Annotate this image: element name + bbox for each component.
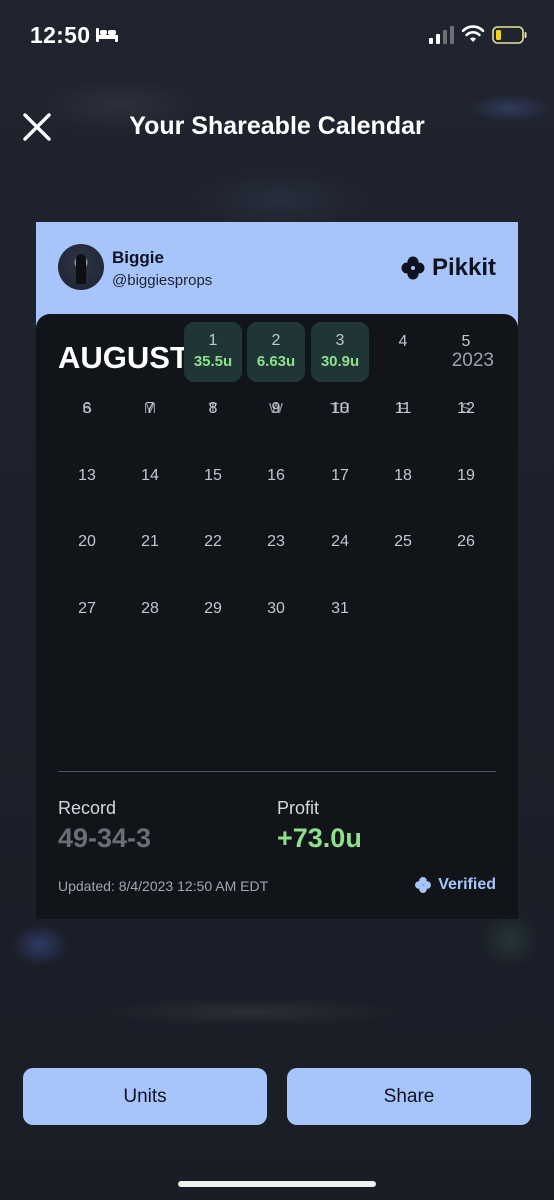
day-units: 30.9u	[320, 353, 360, 370]
share-button[interactable]: Share	[287, 1068, 531, 1125]
day-number: 3	[335, 332, 345, 349]
divider	[58, 771, 496, 772]
calendar-day[interactable]: 21	[121, 522, 179, 582]
day-number: 24	[331, 533, 349, 550]
calendar-day[interactable]: 10	[311, 389, 369, 449]
calendar-day[interactable]: 25	[374, 522, 432, 582]
record-label: Record	[58, 798, 117, 818]
calendar-day[interactable]: 2 6.63u	[247, 322, 305, 382]
calendar-day[interactable]: 19	[437, 456, 495, 516]
calendar-day[interactable]: 29	[184, 589, 242, 649]
calendar-day[interactable]: 18	[374, 456, 432, 516]
day-number: 22	[204, 533, 222, 550]
day-number: 1	[208, 332, 218, 349]
day-number: 13	[78, 467, 96, 484]
day-number: 18	[394, 467, 412, 484]
shareable-calendar-card: Biggie @biggiesprops Pikkit AUGUST 20 2 3 …	[36, 222, 518, 919]
calendar-month: AUGUST	[58, 340, 189, 375]
day-number: 16	[267, 467, 285, 484]
avatar	[58, 244, 104, 290]
cellular-signal-icon	[429, 26, 454, 44]
calendar-day[interactable]: 3 30.9u	[311, 322, 369, 382]
calendar-day[interactable]: 12	[437, 389, 495, 449]
brand-logo: Pikkit	[400, 254, 496, 282]
page-title: Your Shareable Calendar	[129, 112, 425, 140]
calendar-day[interactable]: 11	[374, 389, 432, 449]
calendar-day[interactable]: 23	[247, 522, 305, 582]
calendar-day[interactable]: 14	[121, 456, 179, 516]
calendar-day[interactable]: 15	[184, 456, 242, 516]
calendar-day[interactable]: 28	[121, 589, 179, 649]
calendar-day[interactable]: 20	[58, 522, 116, 582]
verified-label: Verified	[438, 876, 496, 893]
brand-name: Pikkit	[431, 254, 496, 281]
day-number: 14	[141, 467, 159, 484]
day-number: 27	[78, 600, 96, 617]
day-number: 2	[271, 332, 281, 349]
day-number: 15	[204, 467, 222, 484]
day-number: 7	[145, 400, 155, 417]
day-number: 11	[394, 400, 412, 417]
verified-badge: Verified	[414, 876, 496, 894]
day-number: 9	[271, 400, 281, 417]
day-number: 19	[457, 467, 475, 484]
status-bar: 12:50	[0, 0, 554, 70]
wifi-icon	[461, 25, 485, 42]
day-number: 8	[208, 400, 218, 417]
calendar-day[interactable]: 30	[247, 589, 305, 649]
day-number: 12	[457, 400, 475, 417]
day-number: 10	[331, 400, 349, 417]
calendar-day[interactable]: 13	[58, 456, 116, 516]
day-number: 21	[141, 533, 159, 550]
calendar-day[interactable]: 7	[121, 389, 179, 449]
day-number: 20	[78, 533, 96, 550]
day-number: 28	[141, 600, 159, 617]
calendar-day[interactable]: 4	[374, 322, 432, 382]
day-number: 23	[267, 533, 285, 550]
profit-label: Profit	[277, 798, 320, 818]
calendar-day[interactable]: 6	[58, 389, 116, 449]
calendar-day[interactable]: 8	[184, 389, 242, 449]
profit-value: +73.0u	[277, 823, 362, 853]
calendar-day[interactable]: 1 35.5u	[184, 322, 242, 382]
home-indicator[interactable]	[178, 1181, 376, 1187]
clover-icon	[401, 256, 425, 280]
day-number: 17	[331, 467, 349, 484]
calendar-day[interactable]: 22	[184, 522, 242, 582]
day-number: 29	[204, 600, 222, 617]
day-number: 31	[331, 600, 349, 617]
clover-icon	[415, 877, 432, 893]
calendar-day[interactable]: 16	[247, 456, 305, 516]
battery-icon	[492, 26, 527, 44]
calendar-day[interactable]: 17	[311, 456, 369, 516]
day-number: 30	[267, 600, 285, 617]
day-number: 5	[461, 333, 471, 350]
calendar-day[interactable]: 27	[58, 589, 116, 649]
user-name: Biggie	[112, 248, 164, 267]
calendar-day[interactable]: 9	[247, 389, 305, 449]
status-time: 12:50	[30, 22, 91, 48]
day-number: 6	[82, 400, 92, 417]
day-number: 25	[394, 533, 412, 550]
day-number: 4	[398, 333, 408, 350]
day-units: 35.5u	[193, 353, 233, 370]
record-value: 49-34-3	[58, 823, 152, 853]
calendar-day[interactable]: 24	[311, 522, 369, 582]
day-units: 6.63u	[256, 353, 296, 370]
day-number: 26	[457, 533, 475, 550]
bed-icon	[96, 28, 118, 42]
calendar-day[interactable]: 5	[437, 322, 495, 382]
updated-timestamp: Updated: 8/4/2023 12:50 AM EDT	[58, 878, 269, 894]
calendar-day[interactable]: 26	[437, 522, 495, 582]
units-button[interactable]: Units	[23, 1068, 267, 1125]
calendar: AUGUST 2023 S M T W TH F S 1 35.5u 2 6.63u 3 30.9u 4 5…	[36, 314, 518, 919]
user-handle: @biggiesprops	[112, 272, 213, 289]
calendar-day[interactable]: 31	[311, 589, 369, 649]
